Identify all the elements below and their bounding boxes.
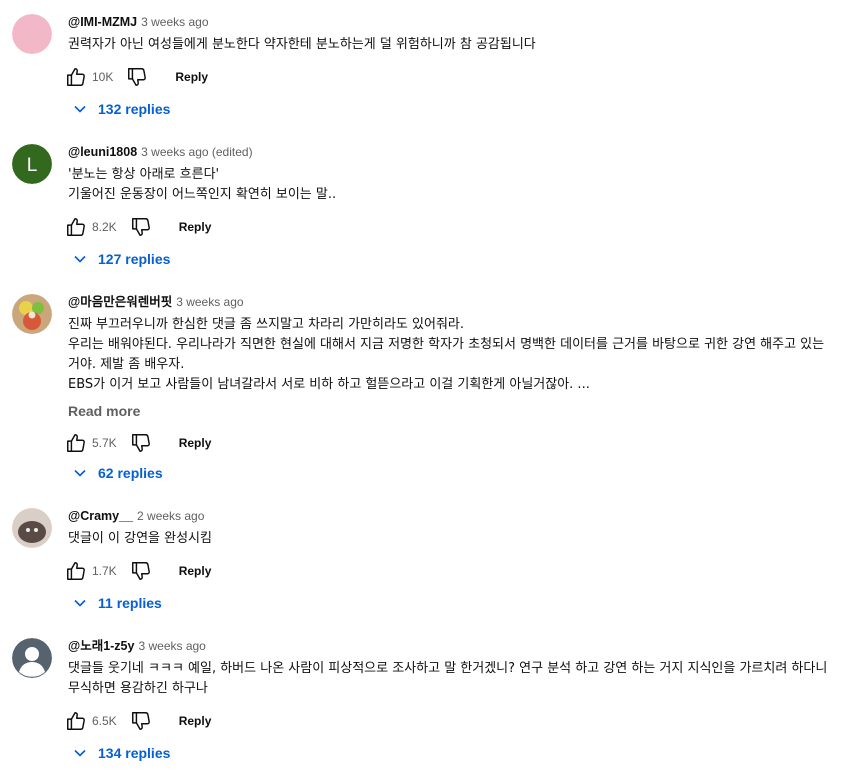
avatar[interactable] (12, 14, 52, 54)
chevron-down-icon (68, 97, 92, 121)
like-count: 10K (92, 70, 114, 84)
comment-time[interactable]: 2 weeks ago (137, 509, 204, 523)
comment-header: @Cramy__ 2 weeks ago (68, 508, 828, 524)
thumbs-up-icon (67, 712, 85, 730)
thumbs-up-icon (67, 68, 85, 86)
comment-text: 진짜 부끄러우니까 한심한 댓글 좀 쓰지말고 차라리 가만히라도 있어줘라. … (68, 317, 825, 392)
replies-count: 127 replies (98, 251, 171, 267)
thumbs-down-icon (128, 68, 147, 86)
view-replies-button[interactable]: 127 replies (68, 243, 170, 275)
comment-author[interactable]: @마음만은워렌버핏 (68, 295, 172, 309)
thumbs-up-icon (67, 562, 85, 580)
like-count: 1.7K (92, 564, 117, 578)
comment-author[interactable]: @leuni1808 (68, 145, 137, 159)
comment-actions: 8.2K Reply (62, 213, 828, 241)
like-button[interactable] (62, 707, 90, 735)
comment-text: '분노는 항상 아래로 흐른다' 기울어진 운동장이 어느쪽인지 확연히 보이는… (68, 167, 337, 202)
chevron-down-icon (68, 741, 92, 765)
replies-count: 132 replies (98, 101, 171, 117)
thumbs-down-icon (131, 434, 150, 452)
replies-count: 134 replies (98, 745, 171, 761)
view-replies-button[interactable]: 62 replies (68, 457, 163, 489)
comment-body: @노래1-z5y 3 weeks ago 댓글들 웃기네 ㅋㅋㅋ 예일, 하버드 … (67, 638, 828, 735)
comment-header: @노래1-z5y 3 weeks ago (68, 638, 828, 654)
comment-body: @leuni1808 3 weeks ago (edited) '분노는 항상 아… (67, 144, 828, 241)
comment-body: @IMI-MZMJ 3 weeks ago 권력자가 아닌 여성들에게 분노한다 … (67, 14, 828, 91)
comment-actions: 10K Reply (62, 63, 828, 91)
comment-time[interactable]: 3 weeks ago (176, 295, 243, 309)
comment-header: @leuni1808 3 weeks ago (edited) (68, 144, 828, 160)
read-more-button[interactable]: Read more (68, 401, 828, 421)
comment-header: @마음만은워렌버핏 3 weeks ago (68, 294, 828, 310)
comment-text: 댓글이 이 강연을 완성시킴 (68, 531, 212, 546)
comment-text: 댓글들 웃기네 ㅋㅋㅋ 예일, 하버드 나온 사람이 피상적으로 조사하고 말 … (68, 661, 828, 696)
chevron-down-icon (68, 591, 92, 615)
dislike-button[interactable] (127, 213, 155, 241)
avatar[interactable]: L (12, 144, 52, 184)
avatar[interactable] (12, 508, 52, 548)
like-count: 8.2K (92, 220, 117, 234)
comment-time[interactable]: 3 weeks ago (138, 639, 205, 653)
chevron-down-icon (68, 247, 92, 271)
dislike-button[interactable] (127, 707, 155, 735)
reply-button[interactable]: Reply (179, 564, 212, 578)
comment-actions: 1.7K Reply (62, 557, 828, 585)
dislike-button[interactable] (123, 63, 151, 91)
comment-author[interactable]: @노래1-z5y (68, 639, 134, 653)
like-button[interactable] (62, 429, 90, 457)
comment-actions: 6.5K Reply (62, 707, 828, 735)
reply-button[interactable]: Reply (179, 436, 212, 450)
like-count: 6.5K (92, 714, 117, 728)
dislike-button[interactable] (127, 557, 155, 585)
like-count: 5.7K (92, 436, 117, 450)
comment-author[interactable]: @Cramy__ (68, 509, 133, 523)
view-replies-button[interactable]: 134 replies (68, 737, 170, 769)
view-replies-button[interactable]: 11 replies (68, 587, 162, 619)
comment-time[interactable]: 3 weeks ago (edited) (141, 145, 252, 159)
like-button[interactable] (62, 213, 90, 241)
thumbs-up-icon (67, 218, 85, 236)
replies-count: 62 replies (98, 465, 163, 481)
like-button[interactable] (62, 63, 90, 91)
comment-text: 권력자가 아닌 여성들에게 분노한다 약자한테 분노하는게 덜 위험하니까 참 … (68, 37, 536, 52)
comment-actions: 5.7K Reply (62, 429, 828, 457)
avatar[interactable] (12, 294, 52, 334)
comment-body: @Cramy__ 2 weeks ago 댓글이 이 강연을 완성시킴 1.7K … (67, 508, 828, 585)
reply-button[interactable]: Reply (179, 220, 212, 234)
thumbs-down-icon (131, 712, 150, 730)
comment-author[interactable]: @IMI-MZMJ (68, 15, 137, 29)
view-replies-button[interactable]: 132 replies (68, 93, 170, 125)
reply-button[interactable]: Reply (179, 714, 212, 728)
reply-button[interactable]: Reply (175, 70, 208, 84)
comment-time[interactable]: 3 weeks ago (141, 15, 208, 29)
comment-header: @IMI-MZMJ 3 weeks ago (68, 14, 828, 30)
comment-body: @마음만은워렌버핏 3 weeks ago 진짜 부끄러우니까 한심한 댓글 좀 … (67, 294, 828, 457)
thumbs-down-icon (131, 562, 150, 580)
avatar[interactable] (12, 638, 52, 678)
dislike-button[interactable] (127, 429, 155, 457)
default-user-icon (12, 638, 52, 678)
chevron-down-icon (68, 461, 92, 485)
thumbs-up-icon (67, 434, 85, 452)
avatar-letter: L (27, 155, 38, 176)
replies-count: 11 replies (98, 595, 162, 611)
like-button[interactable] (62, 557, 90, 585)
thumbs-down-icon (131, 218, 150, 236)
